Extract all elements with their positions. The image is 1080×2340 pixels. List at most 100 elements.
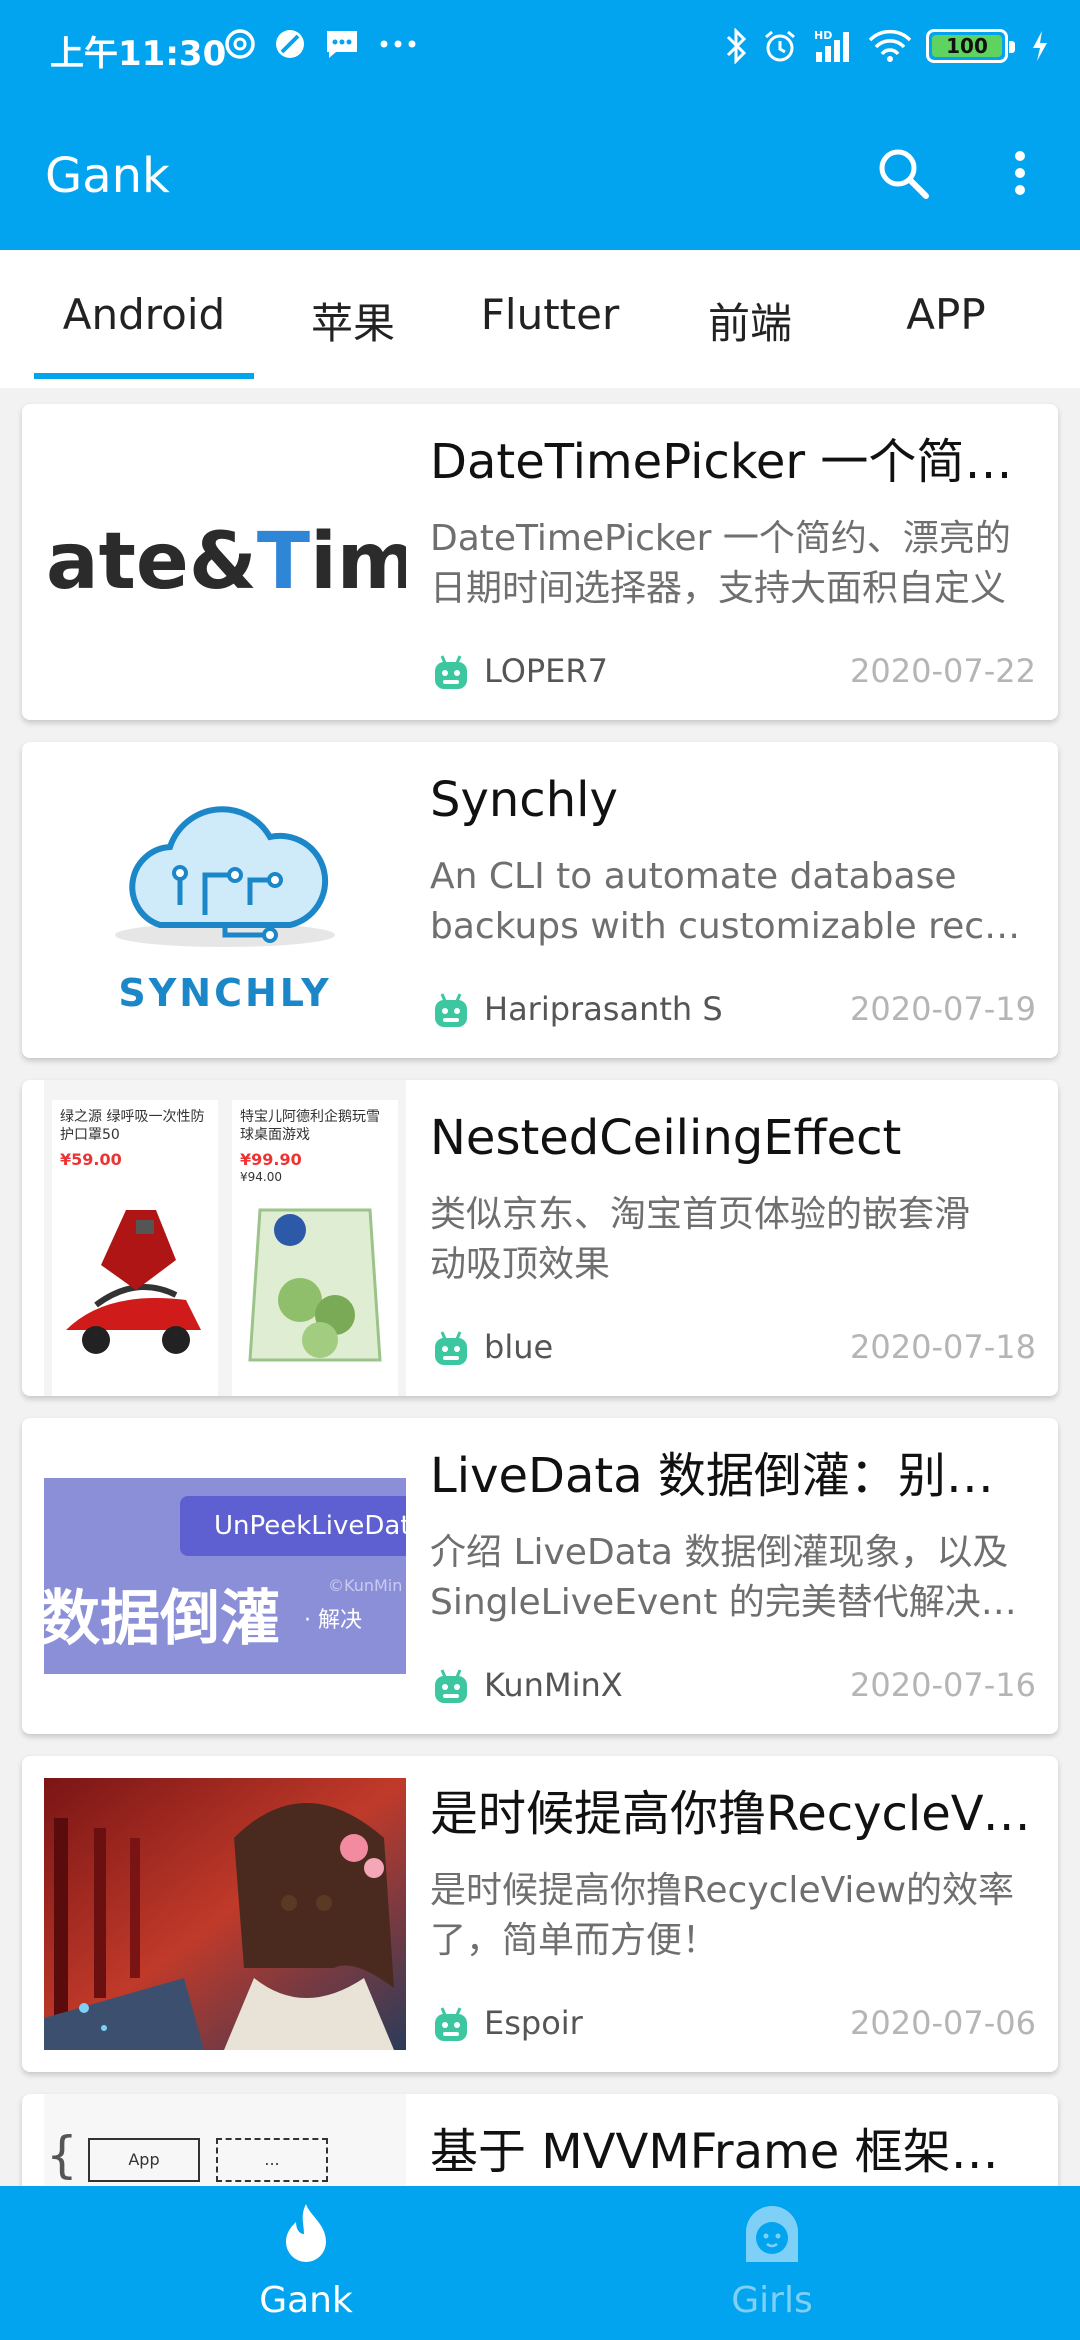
- thumb-text-c: ime: [310, 517, 406, 607]
- nav-girls[interactable]: Girls: [502, 2186, 1042, 2340]
- message-icon: [327, 31, 357, 58]
- top-bar: 上午11:30 HD 100 Gank: [0, 0, 1080, 250]
- article-card[interactable]: 绿之源 绿呼吸一次性防护口罩50 ¥59.00 特宝儿阿德利企鹅玩雪球桌面游戏 …: [22, 1080, 1058, 1396]
- article-date: 2020-07-19: [850, 990, 1036, 1028]
- block-icon: [276, 30, 304, 58]
- desc-line: 介绍 LiveData 数据倒灌现象，以及: [430, 1532, 1009, 1573]
- bluetooth-icon: [726, 28, 747, 64]
- author-android-icon: [435, 655, 467, 689]
- article-desc: DateTimePicker 一个简约、漂亮的 日期时间选择器，支持大面积自定义: [430, 514, 1040, 614]
- article-desc: 类似京东、淘宝首页体验的嵌套滑 动吸顶效果: [430, 1190, 1040, 1290]
- tab-frontend[interactable]: 前端: [680, 290, 820, 350]
- article-thumbnail: [44, 1756, 406, 2072]
- snack-bag-image: [248, 1208, 382, 1362]
- girl-icon: [746, 2206, 798, 2262]
- desc-line: 日期时间选择器，支持大面积自定义: [430, 568, 1007, 609]
- more-options-icon[interactable]: [1000, 142, 1040, 204]
- article-title: DateTimePicker 一个简约、漂亮的日期时间选择器: [430, 434, 1040, 490]
- author-android-icon: [435, 2007, 467, 2041]
- desc-line: DateTimePicker 一个简约、漂亮的: [430, 518, 1011, 559]
- article-title: NestedCeilingEffect: [430, 1110, 902, 1166]
- tab-android[interactable]: Android: [34, 290, 254, 350]
- tab-app[interactable]: APP: [876, 290, 1016, 350]
- signal-icon: HD: [814, 29, 849, 62]
- alarm-icon: [765, 30, 795, 62]
- status-bar: 上午11:30 HD 100: [0, 0, 1080, 96]
- article-author: Espoir: [484, 2004, 583, 2042]
- product-old-price: ¥94.00: [240, 1170, 282, 1184]
- author-android-icon: [435, 1331, 467, 1365]
- flame-icon: [286, 2204, 326, 2262]
- desc-line: 动吸顶效果: [430, 1244, 611, 1285]
- app-screen: 上午11:30 HD 100 Gank Android 苹果 Flutter 前…: [0, 0, 1080, 2340]
- tab-flutter[interactable]: Flutter: [464, 290, 636, 350]
- battery-indicator: 100: [926, 29, 1015, 63]
- cloud-logo-icon: [115, 806, 335, 947]
- article-date: 2020-07-22: [850, 652, 1036, 690]
- brace-glyph: {: [46, 2126, 78, 2184]
- article-author: Hariprasanth S: [484, 990, 723, 1028]
- thumbnail-logo-text: SYNCHLY: [118, 971, 332, 1015]
- article-date: 2020-07-16: [850, 1666, 1036, 1704]
- product-title: 绿之源 绿呼吸一次性防护口罩50: [60, 1109, 205, 1143]
- article-card[interactable]: ate&Time DateTimePicker 一个简约、漂亮的日期时间选择器 …: [22, 404, 1058, 720]
- article-title: LiveData 数据倒灌：别问，问就是不可预期: [430, 1448, 1040, 1504]
- thumbnail-badge: UnPeekLiveData: [180, 1496, 406, 1556]
- tab-indicator: [34, 373, 254, 379]
- netease-music-icon: [225, 29, 255, 59]
- article-thumbnail: 绿之源 绿呼吸一次性防护口罩50 ¥59.00 特宝儿阿德利企鹅玩雪球桌面游戏 …: [44, 1080, 406, 1396]
- article-date: 2020-07-18: [850, 1328, 1036, 1366]
- article-title: Synchly: [430, 772, 618, 828]
- status-left-icons: [224, 28, 418, 60]
- article-card[interactable]: SYNCHLY Synchly An CLI to automate datab…: [22, 742, 1058, 1058]
- toy-car-image: [66, 1210, 201, 1354]
- product-card: 特宝儿阿德利企鹅玩雪球桌面游戏 ¥99.90 ¥94.00: [232, 1100, 398, 1396]
- wifi-icon: [868, 29, 912, 62]
- author-android-icon: [435, 1669, 467, 1703]
- thumbnail-banner: UnPeekLiveData 数据倒灌 · 解决 ©KunMin: [44, 1478, 406, 1674]
- thumbnail-heading: 数据倒灌: [44, 1584, 280, 1654]
- nav-label: Girls: [731, 2280, 813, 2321]
- desc-line: 是时候提高你撸RecycleView的效率: [430, 1870, 1015, 1911]
- article-card[interactable]: 是时候提高你撸RecycleView的效率了 是时候提高你撸RecycleVie…: [22, 1756, 1058, 2072]
- app-title: Gank: [45, 148, 170, 204]
- battery-level: 100: [946, 34, 988, 58]
- status-right-icons: HD 100: [724, 28, 1050, 64]
- article-desc: 介绍 LiveData 数据倒灌现象，以及 SingleLiveEvent 的完…: [430, 1528, 1040, 1628]
- article-title: 基于 MVVMFrame 框架为例的: [430, 2124, 1040, 2180]
- nav-gank[interactable]: Gank: [36, 2186, 576, 2340]
- article-author: LOPER7: [484, 652, 608, 690]
- desc-line: SingleLiveEvent 的完美替代解决方案: [430, 1582, 1040, 1623]
- more-notifications-icon: [380, 40, 416, 48]
- article-thumbnail: SYNCHLY: [44, 742, 406, 1058]
- thumb-text-a: ate&: [46, 517, 257, 607]
- author-android-icon: [435, 993, 467, 1027]
- product-price: ¥99.90: [240, 1150, 302, 1169]
- bottom-navigation: Gank Girls: [0, 2186, 1080, 2340]
- desc-line: 类似京东、淘宝首页体验的嵌套滑: [430, 1194, 971, 1235]
- status-time: 上午11:30: [50, 34, 227, 74]
- article-desc: An CLI to automate database backups with…: [430, 852, 1040, 952]
- article-thumbnail: ate&Time: [44, 404, 406, 720]
- product-card: 绿之源 绿呼吸一次性防护口罩50 ¥59.00: [52, 1100, 218, 1396]
- thumb-text-b: T: [256, 517, 311, 607]
- category-tabs: Android 苹果 Flutter 前端 APP: [0, 250, 1080, 388]
- article-thumbnail: UnPeekLiveData 数据倒灌 · 解决 ©KunMin: [44, 1418, 406, 1734]
- diagram-box: ...: [216, 2138, 328, 2182]
- diagram-box: App: [88, 2138, 200, 2182]
- article-date: 2020-07-06: [850, 2004, 1036, 2042]
- search-icon[interactable]: [872, 142, 934, 204]
- article-author: KunMinX: [484, 1666, 623, 1704]
- thumbnail-logo-text: ate&Time: [46, 517, 406, 607]
- thumbnail-subheading: · 解决: [304, 1608, 362, 1633]
- article-desc: 是时候提高你撸RecycleView的效率 了，简单而方便！: [430, 1866, 1040, 1966]
- thumbnail-watermark: ©KunMin: [328, 1576, 403, 1595]
- charging-icon: [1033, 31, 1047, 61]
- article-card[interactable]: UnPeekLiveData 数据倒灌 · 解决 ©KunMin LiveDat…: [22, 1418, 1058, 1734]
- tab-apple[interactable]: 苹果: [283, 290, 423, 350]
- nav-label: Gank: [259, 2280, 353, 2321]
- article-author: blue: [484, 1328, 554, 1366]
- product-price: ¥59.00: [60, 1150, 122, 1169]
- desc-line: 了，简单而方便！: [430, 1920, 719, 1961]
- desc-line: An CLI to automate database: [430, 856, 957, 897]
